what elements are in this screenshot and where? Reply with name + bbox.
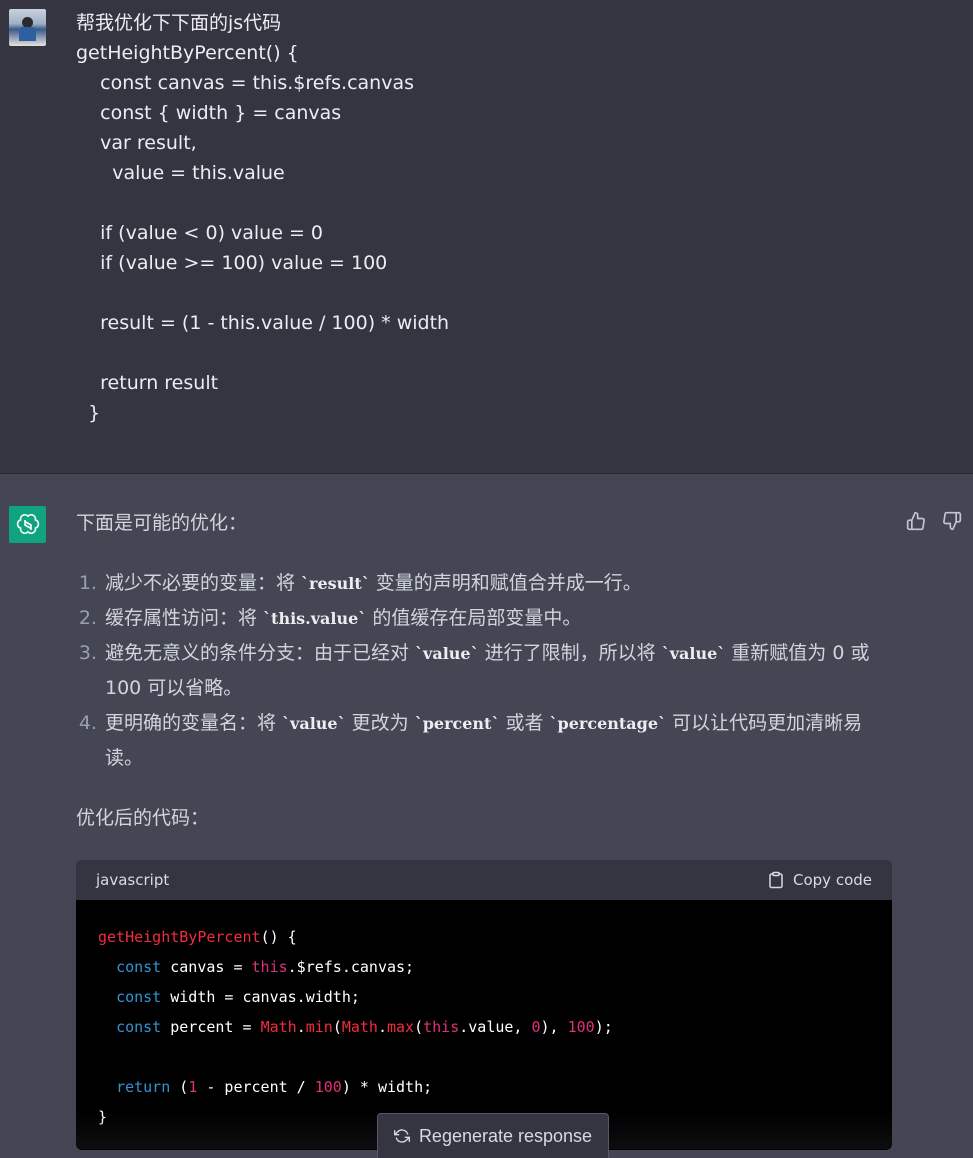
code-token: const: [116, 988, 162, 1006]
code-token: .: [377, 1018, 387, 1036]
user-message-line: if (value < 0) value = 0: [76, 222, 323, 244]
list-item-text: 减少不必要的变量：将: [105, 572, 302, 594]
optimization-list: 减少不必要的变量：将 result 变量的声明和赋值合并成一行。缓存属性访问：将…: [76, 566, 896, 776]
list-item-text: 或者: [499, 712, 550, 734]
code-token: .: [296, 1018, 306, 1036]
user-message-line: value = this.value: [76, 162, 285, 184]
code-token: 1: [188, 1078, 198, 1096]
regenerate-response-button[interactable]: Regenerate response: [377, 1113, 609, 1158]
code-line: return (1 - percent / 100) * width;: [98, 1072, 870, 1102]
list-item-text: 的值缓存在局部变量中。: [366, 607, 582, 629]
code-token: this: [423, 1018, 460, 1036]
assistant-message-text: 下面是可能的优化： 减少不必要的变量：将 result 变量的声明和赋值合并成一…: [76, 506, 896, 836]
optimized-code-heading: 优化后的代码：: [76, 807, 210, 829]
inline-code: percentage: [550, 714, 666, 733]
code-line: const percent = Math.min(Math.max(this.v…: [98, 1012, 870, 1042]
list-item: 避免无意义的条件分支：由于已经对 value 进行了限制，所以将 value 重…: [103, 636, 896, 706]
code-line: const width = canvas.width;: [98, 982, 870, 1012]
code-token: - percent /: [197, 1078, 315, 1096]
code-token: ),: [540, 1018, 568, 1036]
code-token: return: [116, 1078, 171, 1096]
code-token: canvas =: [161, 958, 252, 976]
list-item-text: 更改为: [345, 712, 415, 734]
code-token: (: [170, 1078, 189, 1096]
code-line: const canvas = this.$refs.canvas;: [98, 952, 870, 982]
assistant-message: 下面是可能的优化： 减少不必要的变量：将 result 变量的声明和赋值合并成一…: [0, 475, 973, 1158]
regenerate-response-label: Regenerate response: [418, 1125, 593, 1146]
inline-code: value: [415, 644, 479, 663]
refresh-icon: [393, 1129, 410, 1143]
user-message-line: 帮我优化下下面的js代码: [76, 12, 282, 34]
code-block: javascript Copy code getHeightByPercent(…: [76, 860, 892, 1150]
code-token: min: [305, 1018, 333, 1036]
code-token: .value,: [459, 1018, 532, 1036]
user-message-line: result = (1 - this.value / 100) * width: [76, 312, 450, 334]
code-token: (: [332, 1018, 342, 1036]
inline-code: percent: [415, 714, 500, 733]
user-message-line: }: [76, 402, 101, 424]
code-token: width = canvas.width;: [161, 988, 360, 1006]
inline-code: value: [662, 644, 726, 663]
user-message-line: [76, 188, 876, 218]
code-token: }: [98, 1108, 108, 1126]
thumbs-down-icon[interactable]: [942, 511, 962, 535]
openai-logo-icon: [9, 506, 46, 543]
list-item: 更明确的变量名：将 value 更改为 percent 或者 percentag…: [103, 706, 896, 776]
list-item-text: 进行了限制，所以将: [478, 642, 662, 664]
list-item-text: 变量的声明和赋值合并成一行。: [369, 572, 642, 594]
code-token: Math: [260, 1018, 297, 1036]
code-token: const: [116, 958, 162, 976]
user-avatar: [9, 9, 46, 46]
code-token: );: [594, 1018, 613, 1036]
copy-code-button[interactable]: Copy code: [767, 871, 872, 889]
user-message-line: getHeightByPercent() {: [76, 42, 299, 64]
code-line: getHeightByPercent() {: [98, 922, 870, 952]
code-token: max: [387, 1018, 415, 1036]
code-token: () {: [260, 928, 297, 946]
user-message-line: return result: [76, 372, 219, 394]
user-message-line: const canvas = this.$refs.canvas: [76, 72, 415, 94]
inline-code: value: [282, 714, 346, 733]
intro-text: 下面是可能的优化：: [76, 512, 248, 534]
code-token: 100: [314, 1078, 342, 1096]
list-item-text: 避免无意义的条件分支：由于已经对: [105, 642, 416, 664]
code-token: 100: [567, 1018, 595, 1036]
list-item-text: 更明确的变量名：将: [105, 712, 283, 734]
list-item: 减少不必要的变量：将 result 变量的声明和赋值合并成一行。: [103, 566, 896, 601]
user-message: 帮我优化下下面的js代码 getHeightByPercent() { const…: [0, 0, 973, 474]
user-message-line: [76, 338, 876, 368]
code-token: ) * width;: [341, 1078, 433, 1096]
code-token: Math: [341, 1018, 378, 1036]
code-token: .$refs.canvas;: [287, 958, 415, 976]
user-message-line: [76, 278, 876, 308]
user-message-line: var result,: [76, 132, 197, 154]
inline-code: result: [301, 574, 370, 593]
code-token: percent =: [161, 1018, 261, 1036]
user-message-text: 帮我优化下下面的js代码 getHeightByPercent() { const…: [76, 8, 876, 428]
inline-code: this.value: [263, 609, 366, 628]
user-message-line: const { width } = canvas: [76, 102, 342, 124]
code-token: (: [414, 1018, 424, 1036]
copy-code-label: Copy code: [793, 871, 872, 889]
user-message-line: if (value >= 100) value = 100: [76, 252, 388, 274]
thumbs-up-icon[interactable]: [906, 511, 926, 535]
code-token: getHeightByPercent: [98, 928, 261, 946]
clipboard-icon: [769, 871, 783, 889]
code-token: this: [251, 958, 288, 976]
code-block-header: javascript Copy code: [76, 860, 892, 900]
list-item: 缓存属性访问：将 this.value 的值缓存在局部变量中。: [103, 601, 896, 636]
code-token: const: [116, 1018, 162, 1036]
code-language-label: javascript: [96, 871, 170, 889]
code-token: 0: [531, 1018, 541, 1036]
list-item-text: 缓存属性访问：将: [105, 607, 264, 629]
